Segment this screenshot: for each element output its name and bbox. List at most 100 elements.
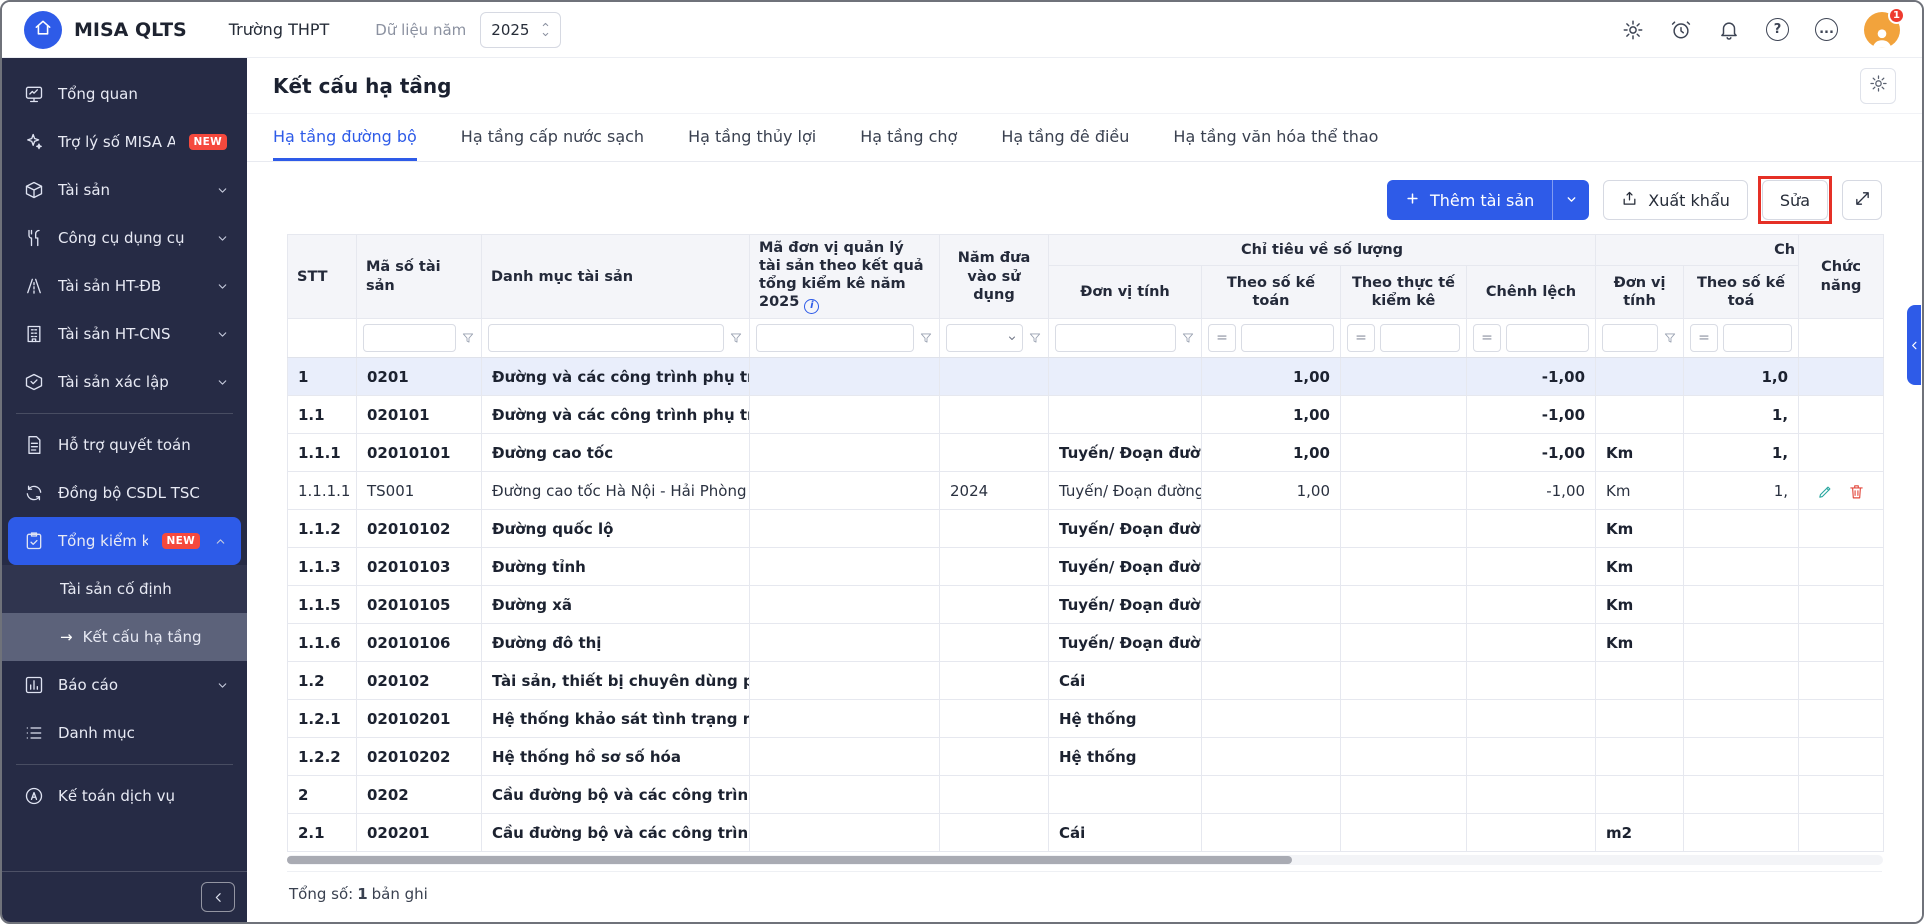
- cell-unit_code: [750, 586, 940, 624]
- table-row[interactable]: 1.1.602010106Đường đô thịTuyến/ Đoạn đườ…: [288, 624, 1884, 662]
- table-row[interactable]: 1.1020101Đường và các công trình phụ trợ…: [288, 396, 1884, 434]
- org-name[interactable]: Trường THPT: [229, 20, 330, 39]
- settings-icon[interactable]: [1622, 19, 1644, 41]
- notification-bell-icon[interactable]: [1718, 19, 1740, 41]
- year-select[interactable]: 2025: [480, 12, 561, 48]
- cell-code: 02010103: [357, 548, 482, 586]
- table-row[interactable]: 1.1.102010101Đường cao tốcTuyến/ Đoạn đư…: [288, 434, 1884, 472]
- sidebar-item-bao-cao[interactable]: Báo cáo: [2, 661, 247, 709]
- cell-qty_unit: [1049, 358, 1202, 396]
- sidebar-item-danh-muc[interactable]: Danh mục: [2, 709, 247, 757]
- filter-input-qty_diff[interactable]: [1506, 324, 1589, 352]
- cell-stt: 1.2: [288, 662, 357, 700]
- filter-funnel-icon[interactable]: [461, 331, 475, 345]
- sidebar-item-dong-bo-csdl-tsc[interactable]: Đồng bộ CSDL TSC: [2, 469, 247, 517]
- infrastructure-icon: [24, 276, 44, 296]
- more-icon[interactable]: ...: [1815, 18, 1838, 41]
- sidebar-subitem-ket-cau-ha-tang[interactable]: →Kết cấu hạ tầng: [2, 613, 247, 661]
- table-row[interactable]: 1.2.102010201Hệ thống khảo sát tình trạn…: [288, 700, 1884, 738]
- table-row[interactable]: 10201Đường và các công trình phụ trợ gắn…: [288, 358, 1884, 396]
- sidebar-item-cong-cu-dung-cu[interactable]: Công cụ dụng cụ: [2, 214, 247, 262]
- cell-area_unit: m2: [1596, 814, 1684, 852]
- col-header-qty_actual: Theo thực tế kiểm kê: [1341, 265, 1467, 318]
- filter-input-area_unit[interactable]: [1602, 324, 1658, 352]
- add-asset-button[interactable]: Thêm tài sản: [1387, 180, 1589, 220]
- info-icon[interactable]: i: [804, 299, 819, 314]
- scrollbar-thumb[interactable]: [287, 856, 1292, 864]
- filter-funnel-icon[interactable]: [1028, 331, 1042, 345]
- fullscreen-button[interactable]: [1842, 180, 1882, 220]
- filter-operator-qty_actual[interactable]: =: [1347, 324, 1375, 352]
- sidebar-item-tai-san[interactable]: Tài sản: [2, 166, 247, 214]
- filter-cell-area_unit: [1596, 319, 1684, 358]
- cell-qty_book: 1,00: [1202, 472, 1341, 510]
- edit-icon[interactable]: [1817, 483, 1834, 500]
- spinner-up-icon[interactable]: [541, 20, 550, 29]
- table-row[interactable]: 1.2.202010202Hệ thống hồ sơ số hóaHệ thố…: [288, 738, 1884, 776]
- table-row[interactable]: 1.1.1.1TS001Đường cao tốc Hà Nội - Hải P…: [288, 472, 1884, 510]
- year-spinner[interactable]: [541, 20, 550, 39]
- filter-input-area_book[interactable]: [1723, 324, 1792, 352]
- cell-qty_unit: Tuyến/ Đoạn đường: [1049, 510, 1202, 548]
- filter-funnel-icon[interactable]: [1663, 331, 1677, 345]
- table-row[interactable]: 20202Cầu đường bộ và các công trình phụ …: [288, 776, 1884, 814]
- avatar[interactable]: 1: [1864, 12, 1900, 48]
- add-asset-dropdown[interactable]: [1553, 180, 1589, 220]
- filter-operator-qty_diff[interactable]: =: [1473, 324, 1501, 352]
- sidebar-item-tro-ly-so-misa-ava[interactable]: Trợ lý số MISA AVANEW: [2, 118, 247, 166]
- side-panel-toggle[interactable]: [1907, 305, 1921, 385]
- tab-ha-tang-cho[interactable]: Hạ tầng chợ: [860, 114, 957, 161]
- reminder-icon[interactable]: [1670, 19, 1692, 41]
- sidebar-item-tai-san-ht-db[interactable]: Tài sản HT-ĐB: [2, 262, 247, 310]
- filter-operator-area_book[interactable]: =: [1690, 324, 1718, 352]
- export-button[interactable]: Xuất khẩu: [1603, 180, 1748, 220]
- tab-ha-tang-van-hoa-the-thao[interactable]: Hạ tầng văn hóa thể thao: [1173, 114, 1378, 161]
- sidebar-item-ho-tro-quyet-toan[interactable]: Hỗ trợ quyết toán: [2, 421, 247, 469]
- sidebar-item-tong-kiem-ke[interactable]: Tổng kiểm kêNEW: [8, 517, 241, 565]
- sidebar-subitem-tai-san-co-dinh[interactable]: Tài sản cố định: [2, 565, 247, 613]
- page-settings-button[interactable]: [1860, 68, 1896, 104]
- edit-button[interactable]: Sửa: [1762, 180, 1828, 220]
- filter-input-code[interactable]: [363, 324, 456, 352]
- table-row[interactable]: 1.1.202010102Đường quốc lộTuyến/ Đoạn đư…: [288, 510, 1884, 548]
- cell-qty_book: [1202, 548, 1341, 586]
- delete-icon[interactable]: [1848, 483, 1865, 500]
- tab-ha-tang-cap-nuoc-sach[interactable]: Hạ tầng cấp nước sạch: [461, 114, 644, 161]
- filter-funnel-icon[interactable]: [919, 331, 933, 345]
- sidebar-collapse-button[interactable]: [201, 882, 235, 912]
- sidebar-item-tai-san-ht-cns[interactable]: Tài sản HT-CNS: [2, 310, 247, 358]
- cell-name: Đường quốc lộ: [482, 510, 750, 548]
- cell-area_unit: [1596, 396, 1684, 434]
- cell-actions: [1799, 624, 1884, 662]
- cell-code: 0201: [357, 358, 482, 396]
- cell-qty_diff: [1467, 738, 1596, 776]
- filter-select-year[interactable]: [946, 324, 1023, 352]
- tab-ha-tang-duong-bo[interactable]: Hạ tầng đường bộ: [273, 114, 417, 161]
- cell-area_book: [1684, 662, 1799, 700]
- filter-input-qty_book[interactable]: [1241, 324, 1334, 352]
- filter-funnel-icon[interactable]: [1181, 331, 1195, 345]
- sidebar-item-tai-san-xac-lap[interactable]: Tài sản xác lập: [2, 358, 247, 406]
- tab-ha-tang-thuy-loi[interactable]: Hạ tầng thủy lợi: [688, 114, 816, 161]
- spinner-down-icon[interactable]: [541, 30, 550, 39]
- filter-input-unit_code[interactable]: [756, 324, 914, 352]
- table-row[interactable]: 1.1.302010103Đường tỉnhTuyến/ Đoạn đường…: [288, 548, 1884, 586]
- filter-funnel-icon[interactable]: [729, 331, 743, 345]
- cell-stt: 1.1.5: [288, 586, 357, 624]
- cell-stt: 1.1.1: [288, 434, 357, 472]
- table-row[interactable]: 2.1020201Cầu đường bộ và các công trình …: [288, 814, 1884, 852]
- table-wrap: STTMã số tài sảnDanh mục tài sảnMã đơn v…: [287, 234, 1882, 916]
- filter-input-name[interactable]: [488, 324, 724, 352]
- filter-operator-qty_book[interactable]: =: [1208, 324, 1236, 352]
- horizontal-scrollbar[interactable]: [287, 855, 1883, 865]
- filter-input-qty_actual[interactable]: [1380, 324, 1460, 352]
- edit-label: Sửa: [1780, 191, 1810, 210]
- tab-ha-tang-de-dieu[interactable]: Hạ tầng đê điều: [1001, 114, 1129, 161]
- sidebar-item-ke-toan-dich-vu[interactable]: Kế toán dịch vụ: [2, 772, 247, 820]
- expand-icon: [1854, 190, 1871, 210]
- table-row[interactable]: 1.2020102Tài sản, thiết bị chuyên dùng p…: [288, 662, 1884, 700]
- sidebar-item-tong-quan[interactable]: Tổng quan: [2, 70, 247, 118]
- filter-input-qty_unit[interactable]: [1055, 324, 1176, 352]
- help-icon[interactable]: ?: [1766, 18, 1789, 41]
- table-row[interactable]: 1.1.502010105Đường xãTuyến/ Đoạn đườngKm: [288, 586, 1884, 624]
